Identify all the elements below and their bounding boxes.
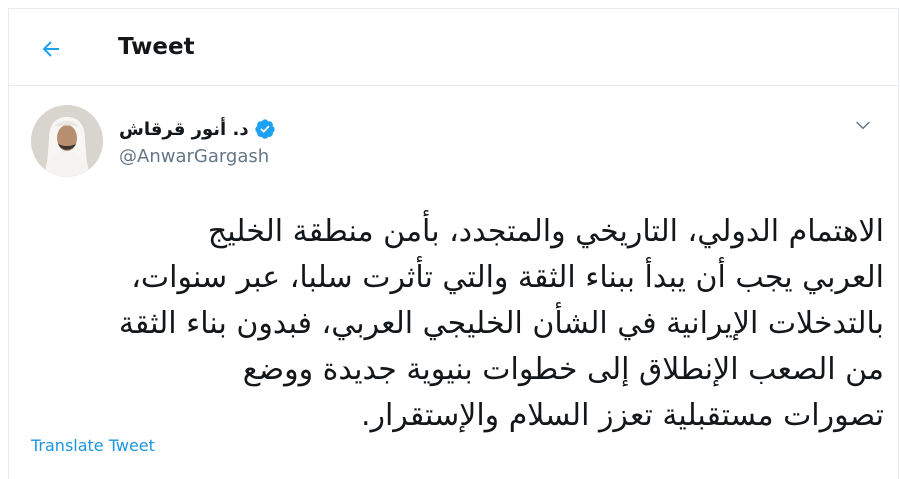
avatar[interactable] xyxy=(31,105,103,177)
tweet-text-line: تصورات مستقبلية تعزز السلام والإستقرار. xyxy=(360,398,884,433)
tweet-text: الاهتمام الدولي، التاريخي والمتجدد، بأمن… xyxy=(23,209,884,439)
tweet-text-line: بالتدخلات الإيرانية في الشأن الخليجي الع… xyxy=(118,306,884,341)
tweet-page: Tweet د. أنور قرقاش @AnwarGargash الاهتم… xyxy=(8,8,899,479)
author-handle[interactable]: @AnwarGargash xyxy=(119,146,269,167)
tweet-text-line: من الصعب الإنطلاق إلى خطوات بنيوية جديدة… xyxy=(242,352,884,387)
author-name[interactable]: د. أنور قرقاش xyxy=(119,119,249,140)
avatar-image xyxy=(31,105,103,177)
tweet-menu-button[interactable] xyxy=(850,112,876,138)
author-row: د. أنور قرقاش xyxy=(119,116,276,142)
arrow-left-icon xyxy=(42,41,59,57)
page-header: Tweet xyxy=(9,9,898,86)
tweet-text-line: العربي يجب أن يبدأ ببناء الثقة والتي تأث… xyxy=(131,260,884,295)
chevron-down-icon xyxy=(856,121,870,130)
back-button[interactable] xyxy=(31,29,71,69)
page-title: Tweet xyxy=(118,34,195,60)
verified-badge-icon xyxy=(254,119,275,139)
tweet-text-line: الاهتمام الدولي، التاريخي والمتجدد، بأمن… xyxy=(207,214,884,249)
translate-tweet-link[interactable]: Translate Tweet xyxy=(31,436,155,455)
